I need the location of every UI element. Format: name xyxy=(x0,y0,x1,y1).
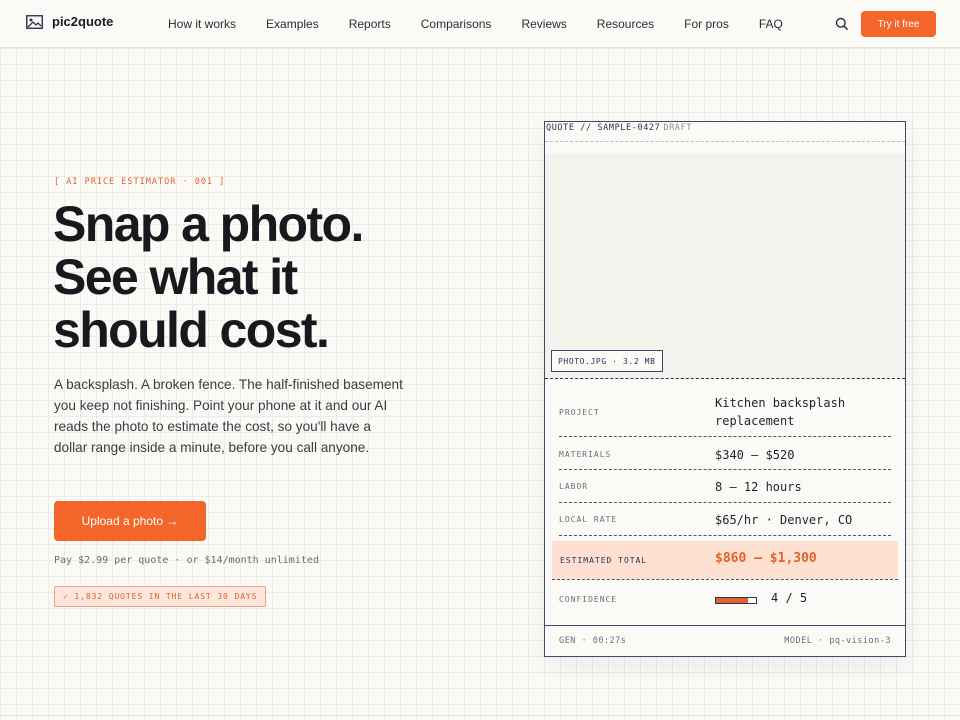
top-nav: pic2quote How it works Examples Reports … xyxy=(0,0,960,48)
headline-line-3: should cost. xyxy=(53,302,330,358)
nav-link-reports[interactable]: Reports xyxy=(349,17,391,31)
quote-card-header: QUOTE // SAMPLE-0427 DRAFT xyxy=(545,122,905,142)
nav-link-reviews[interactable]: Reviews xyxy=(521,17,566,31)
headline-line-2: See what it xyxy=(53,249,298,305)
nav-link-examples[interactable]: Examples xyxy=(266,17,319,31)
image-icon xyxy=(26,14,43,29)
row-value: $65/hr · Denver, CO xyxy=(715,513,853,527)
nav-link-comparisons[interactable]: Comparisons xyxy=(421,17,492,31)
hero-headline: Snap a photo. See what it should cost. xyxy=(53,198,433,357)
pricing-note: Pay $2.99 per quote · or $14/month unlim… xyxy=(54,555,319,566)
photo-preview xyxy=(545,154,905,379)
nav-link-how-it-works[interactable]: How it works xyxy=(168,17,236,31)
row-label: MATERIALS xyxy=(559,450,612,459)
search-icon xyxy=(835,17,849,31)
divider xyxy=(545,378,905,379)
divider xyxy=(559,469,891,470)
headline-line-1: Snap a photo. xyxy=(53,196,364,252)
nav-link-for-pros[interactable]: For pros xyxy=(684,17,729,31)
total-label: ESTIMATED TOTAL xyxy=(560,556,648,565)
hero-description: A backsplash. A broken fence. The half-f… xyxy=(54,377,403,455)
confidence-meter-fill xyxy=(716,598,748,603)
divider xyxy=(0,715,960,716)
try-free-button[interactable]: Try it free xyxy=(861,11,936,37)
generation-time: GEN · 00:27s xyxy=(559,636,627,646)
estimated-total-band: ESTIMATED TOTAL $860 – $1,300 xyxy=(552,541,898,579)
row-value: 8 – 12 hours xyxy=(715,480,802,494)
brand-logo[interactable]: pic2quote xyxy=(26,14,113,29)
sample-quote-card: QUOTE // SAMPLE-0427 DRAFT PHOTO.JPG · 3.… xyxy=(544,121,906,657)
quote-id: QUOTE // SAMPLE-0427 xyxy=(546,123,661,133)
row-label: LABOR xyxy=(559,482,589,491)
search-button[interactable] xyxy=(835,17,849,31)
row-label: CONFIDENCE xyxy=(559,595,618,604)
upload-photo-button[interactable]: Upload a photo → xyxy=(54,501,206,541)
divider xyxy=(559,535,891,536)
brand-name: pic2quote xyxy=(52,14,114,29)
quote-status: DRAFT xyxy=(663,123,692,133)
confidence-score: 4 / 5 xyxy=(771,591,808,605)
row-label: LOCAL RATE xyxy=(559,515,618,524)
total-value: $860 – $1,300 xyxy=(715,551,817,566)
row-value: $340 – $520 xyxy=(715,448,795,462)
row-label: PROJECT xyxy=(559,408,600,417)
nav-link-faq[interactable]: FAQ xyxy=(759,17,783,31)
photo-file-tag: PHOTO.JPG · 3.2 MB xyxy=(551,350,663,372)
quotes-count-badge: ✓ 1,832 QUOTES IN THE LAST 30 DAYS xyxy=(54,586,267,607)
row-value: Kitchen backsplash replacement xyxy=(715,396,846,428)
nav-link-resources[interactable]: Resources xyxy=(597,17,654,31)
model-name: MODEL · pq-vision-3 xyxy=(784,636,891,646)
quote-card-footer: GEN · 00:27s MODEL · pq-vision-3 xyxy=(545,625,905,656)
divider xyxy=(552,579,898,580)
hero-kicker: [ AI PRICE ESTIMATOR · 001 ] xyxy=(54,177,226,187)
divider xyxy=(559,436,891,437)
confidence-meter xyxy=(715,597,757,604)
nav-links: How it works Examples Reports Comparison… xyxy=(168,17,813,31)
divider xyxy=(559,502,891,503)
